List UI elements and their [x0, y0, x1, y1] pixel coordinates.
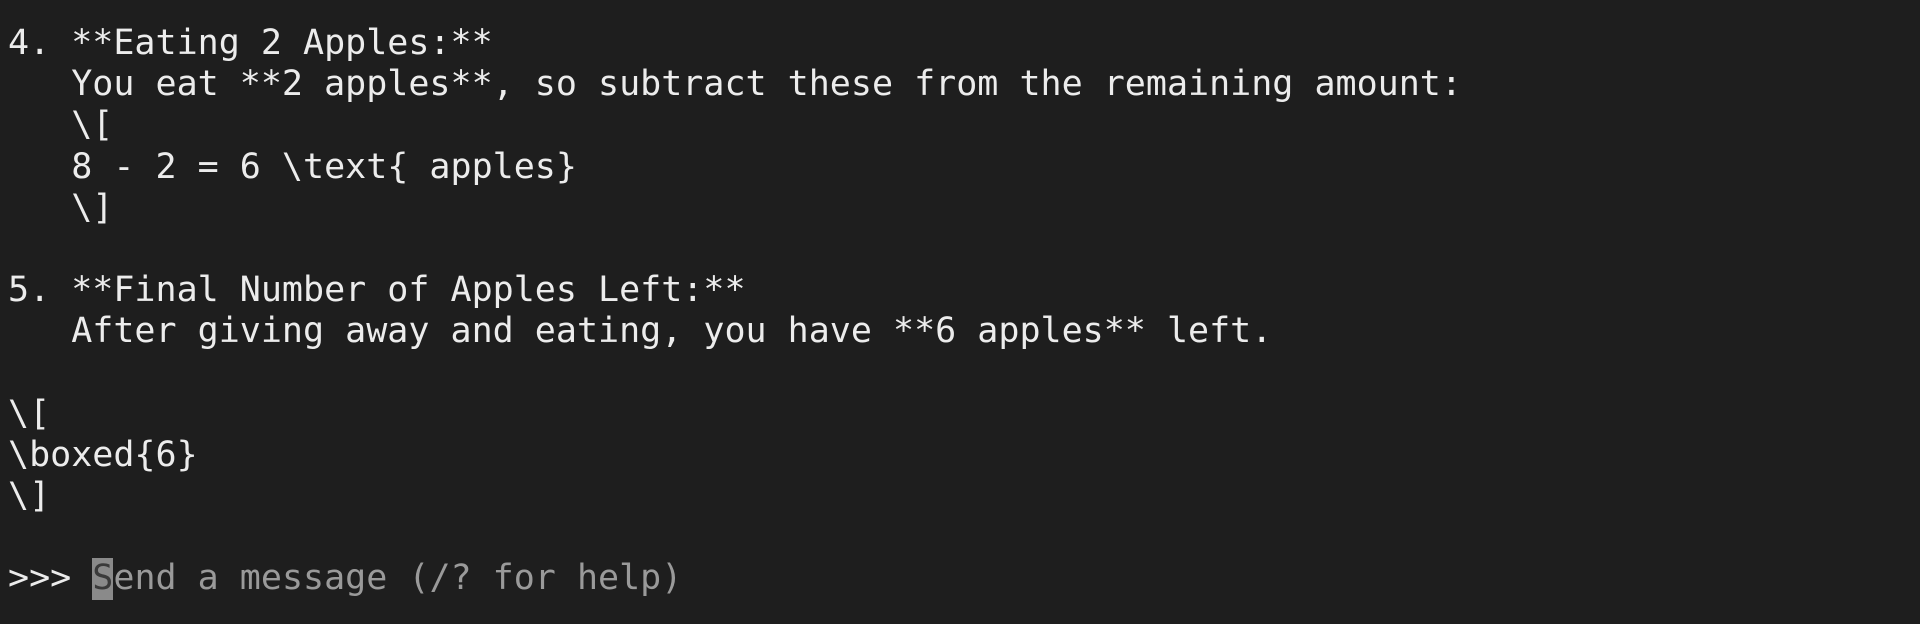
- message-input[interactable]: >>> Send a message (/? for help): [8, 558, 1920, 600]
- prompt-symbol: >>>: [8, 558, 93, 599]
- output-line: 5. **Final Number of Apples Left:**: [8, 270, 746, 311]
- output-line: \[: [8, 393, 51, 434]
- output-line: \]: [8, 187, 114, 228]
- output-line: \]: [8, 476, 51, 517]
- text-cursor: S: [92, 558, 114, 600]
- output-line: You eat **2 apples**, so subtract these …: [8, 64, 1462, 105]
- output-line: 8 - 2 = 6 \text{ apples}: [8, 146, 577, 187]
- terminal-window[interactable]: 4. **Eating 2 Apples:** You eat **2 appl…: [0, 0, 1920, 624]
- output-line: 4. **Eating 2 Apples:**: [8, 23, 493, 63]
- output-line: After giving away and eating, you have *…: [8, 311, 1273, 352]
- output-line: \boxed{6}: [8, 434, 198, 475]
- output-line: \[: [8, 105, 114, 146]
- input-placeholder: end a message (/? for help): [113, 558, 683, 599]
